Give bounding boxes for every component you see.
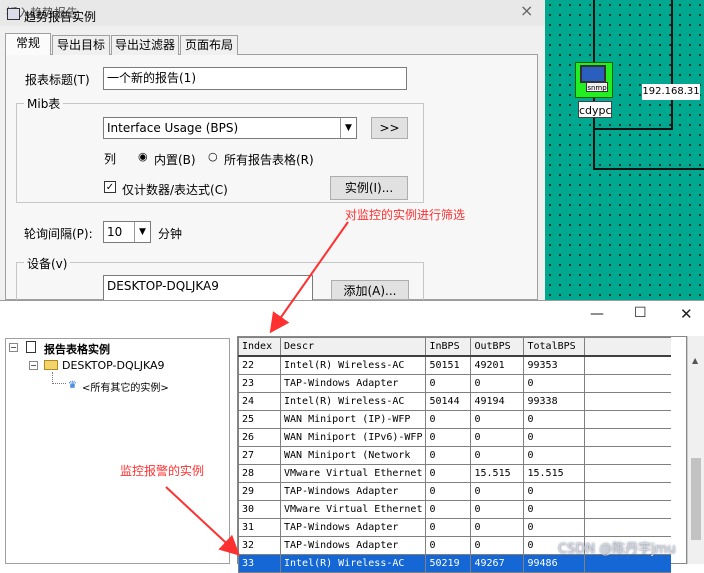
annotation-arrows	[165, 221, 349, 556]
filter-arrow	[269, 221, 349, 334]
alarm-arrow	[165, 486, 240, 556]
alarm-annotation: 监控报警的实例	[120, 464, 205, 478]
watermark: CSDN @陈丹宇jmu	[558, 542, 676, 557]
filter-annotation: 对监控的实例进行筛选	[345, 208, 466, 222]
